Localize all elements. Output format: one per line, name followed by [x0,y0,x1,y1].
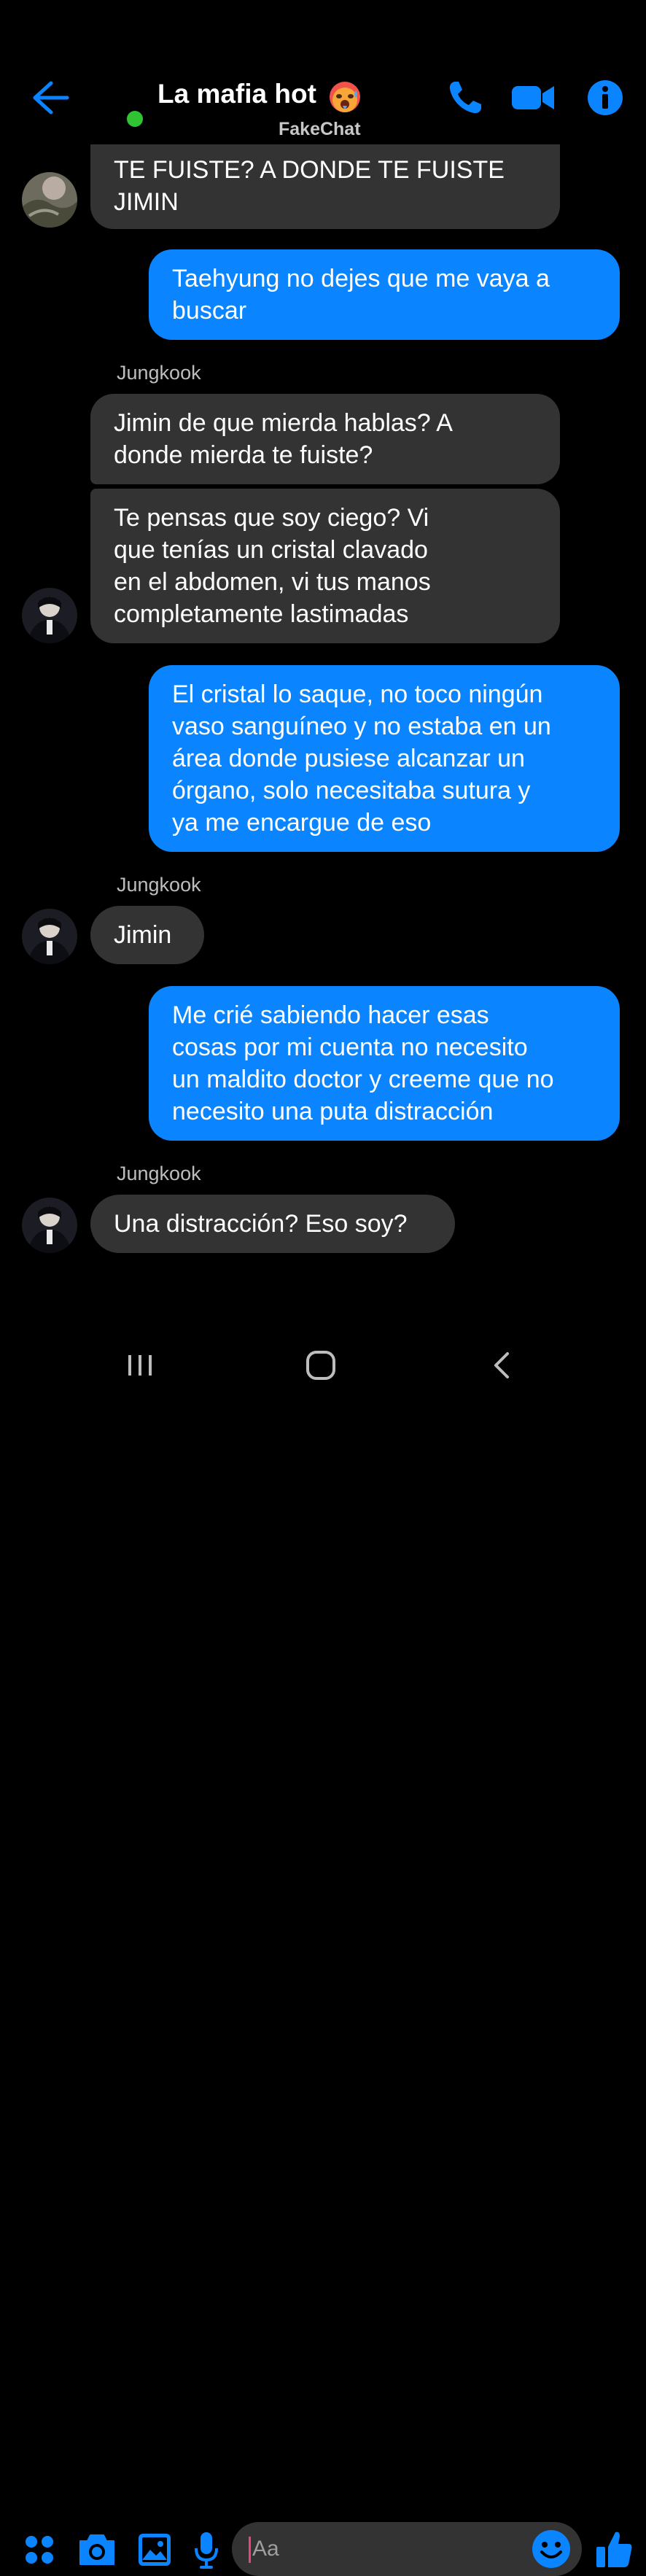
message-bubble-outgoing[interactable]: Taehyung no dejes que me vaya a buscar [149,249,620,340]
recent-apps-icon[interactable] [125,1351,155,1380]
message-bubble-outgoing[interactable]: El cristal lo saque, no toco ningún vaso… [149,665,620,852]
avatar[interactable] [22,588,77,643]
avatar[interactable] [22,172,77,228]
emoji-icon[interactable] [531,2529,572,2569]
back-arrow-icon[interactable] [29,79,70,117]
camera-icon[interactable] [77,2528,117,2572]
message-input[interactable] [232,2522,582,2576]
avatar[interactable] [22,1198,77,1253]
avatar[interactable] [22,909,77,964]
fakechat-watermark: FakeChat [279,119,361,139]
message-composer: Aa [0,1259,646,2576]
home-icon[interactable] [305,1349,337,1381]
system-navigation-bar [0,1327,646,1400]
video-call-icon[interactable] [510,77,556,118]
text-cursor [249,2537,251,2563]
chat-header: La mafia hot FakeChat [0,0,646,146]
thumbs-up-icon[interactable] [595,2528,633,2572]
message-bubble-incoming[interactable]: TE FUISTE? A DONDE TE FUISTE JIMIN [90,144,560,229]
message-input-placeholder: Aa [252,2537,279,2561]
hot-face-emoji-icon [330,82,360,112]
chat-title[interactable]: La mafia hot [157,79,316,109]
gallery-icon[interactable] [137,2528,172,2572]
message-bubble-incoming[interactable]: Te pensas que soy ciego? Vi que tenías u… [90,489,560,643]
message-bubble-incoming[interactable]: Una distracción? Eso soy? [90,1195,455,1253]
phone-call-icon[interactable] [445,77,486,118]
info-icon[interactable] [585,77,626,118]
message-bubble-incoming[interactable]: Jimin [90,906,204,964]
message-bubble-outgoing[interactable]: Me crié sabiendo hacer esas cosas por mi… [149,986,620,1141]
sender-name: Jungkook [117,362,201,384]
sender-name: Jungkook [117,874,201,896]
online-status-dot [127,111,143,127]
microphone-icon[interactable] [192,2528,220,2572]
message-bubble-incoming[interactable]: Jimin de que mierda hablas? A donde mier… [90,394,560,484]
apps-menu-icon[interactable] [23,2528,55,2572]
sender-name: Jungkook [117,1163,201,1184]
back-nav-icon[interactable] [489,1349,515,1381]
